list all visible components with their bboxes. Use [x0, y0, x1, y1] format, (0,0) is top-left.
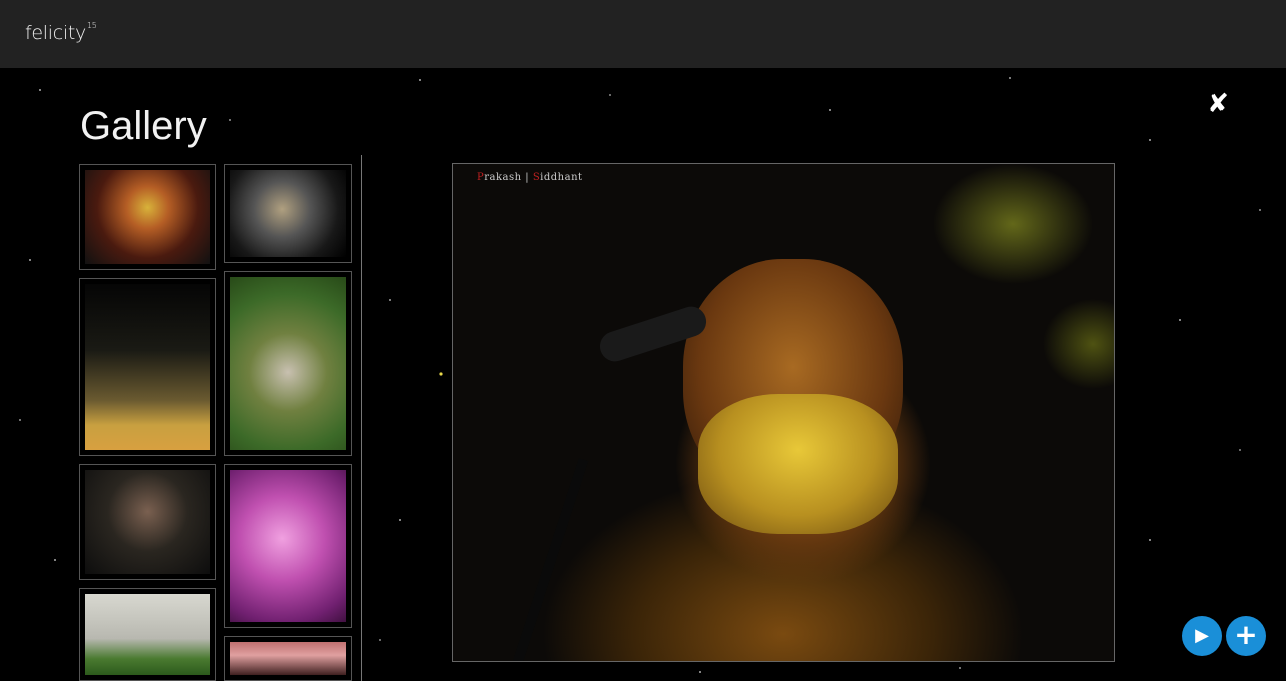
play-slideshow-button[interactable]: ▶	[1182, 616, 1222, 656]
add-button[interactable]: +	[1226, 616, 1266, 656]
main-photo: Prakash | Siddhant	[452, 163, 1115, 662]
top-bar: felicity15	[0, 0, 1286, 68]
thumbnail-image	[230, 470, 346, 622]
watermark-separator: |	[521, 172, 533, 183]
plus-icon: +	[1234, 618, 1258, 651]
thumbnail-crowd[interactable]	[79, 464, 216, 580]
page-title: Gallery	[80, 104, 207, 148]
thumbnail-image	[85, 470, 210, 574]
thumbnail-guitarists-stage[interactable]	[79, 278, 216, 456]
thumbnail-image	[230, 277, 346, 450]
thumbnail-singer-harmonica[interactable]	[79, 164, 216, 270]
watermark-rest-2: iddhant	[540, 172, 583, 183]
photo-watermark: Prakash | Siddhant	[477, 172, 583, 183]
thumbnail-image	[230, 642, 346, 675]
logo-text: felicity	[25, 22, 86, 44]
thumbnail-painted-face[interactable]	[224, 271, 352, 456]
play-icon: ▶	[1195, 625, 1209, 646]
thumbnail-image	[85, 284, 210, 450]
photo-subject-hands	[698, 394, 898, 534]
sidebar-divider	[361, 155, 362, 681]
thumbnail-image	[85, 170, 210, 264]
site-logo[interactable]: felicity15	[25, 20, 97, 44]
thumbnail-image	[85, 594, 210, 675]
photo-mic-stand	[507, 458, 589, 661]
thumbnail-purple-guitarist[interactable]	[224, 464, 352, 628]
watermark-rest-1: rakash	[484, 172, 522, 183]
thumbnail-group-photo[interactable]	[224, 636, 352, 681]
logo-superscript: 15	[86, 20, 97, 30]
close-icon[interactable]: ✘	[1205, 90, 1231, 118]
thumbnail-building-rappel[interactable]	[79, 588, 216, 681]
thumbnail-image	[230, 170, 346, 257]
thumbnail-smiling-man[interactable]	[224, 164, 352, 263]
